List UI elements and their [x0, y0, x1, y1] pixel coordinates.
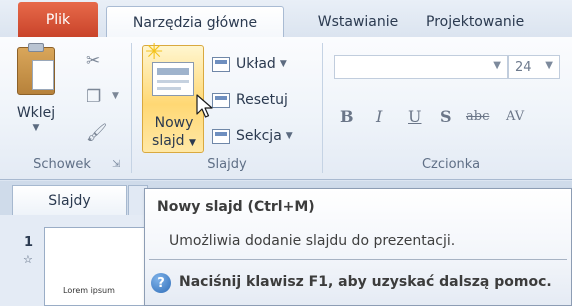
new-slide-label-line2: slajd ▼ — [143, 132, 205, 152]
sparkle-icon: ✳ — [145, 40, 164, 65]
tab-home[interactable]: Narzędzia główne — [106, 6, 284, 39]
underline-button[interactable]: U — [408, 103, 421, 129]
new-slide-icon — [152, 62, 194, 96]
layout-label: Układ — [236, 56, 276, 72]
animation-star-icon: ☆ — [23, 253, 33, 266]
tooltip-divider — [149, 259, 567, 260]
tooltip-title: Nowy slajd (Ctrl+M) — [157, 199, 315, 215]
italic-button[interactable]: I — [376, 103, 382, 129]
cut-icon[interactable]: ✂ — [86, 51, 100, 71]
chevron-down-icon: ▼ — [493, 60, 501, 71]
chevron-down-icon: ▼ — [32, 123, 40, 133]
font-size-value: 24 — [515, 60, 532, 75]
bold-button[interactable]: B — [340, 103, 354, 129]
help-icon: ? — [151, 273, 171, 293]
tab-insert[interactable]: Wstawianie — [300, 6, 416, 38]
ribbon-tab-bar: Plik Narzędzia główne Wstawianie Projekt… — [0, 0, 572, 39]
layout-icon — [212, 56, 230, 72]
paste-button[interactable]: Wklej ▼ — [6, 41, 66, 149]
font-size-combo[interactable]: 24 ▼ — [508, 55, 560, 79]
section-button[interactable]: Sekcja ▼ — [212, 123, 312, 149]
tab-slides[interactable]: Slajdy — [12, 185, 127, 215]
paste-label: Wklej — [16, 105, 56, 121]
paste-icon — [17, 43, 55, 95]
copy-icon[interactable]: ❐ — [86, 87, 101, 107]
group-label-slides: Slajdy — [207, 156, 247, 172]
format-painter-icon[interactable]: 🖌 — [86, 123, 108, 143]
font-name-combo[interactable]: ▼ — [334, 55, 508, 79]
char-spacing-button[interactable]: AV — [506, 103, 524, 129]
section-icon — [212, 128, 230, 144]
tooltip-help-text: Naciśnij klawisz F1, aby uzyskać dalszą … — [179, 274, 552, 290]
tooltip-description: Umożliwia dodanie slajdu do prezentacji. — [169, 233, 456, 249]
new-slide-button[interactable]: ✳ Nowy slajd ▼ — [142, 40, 205, 153]
slide-thumbnail[interactable]: Lorem ipsum — [44, 227, 148, 306]
slide-number: 1 — [24, 235, 34, 250]
chevron-down-icon: ▼ — [285, 131, 293, 141]
group-label-font: Czcionka — [421, 156, 481, 172]
chevron-down-icon: ▼ — [545, 60, 553, 71]
reset-icon — [212, 92, 230, 108]
reset-label: Resetuj — [236, 92, 288, 108]
tooltip: Nowy slajd (Ctrl+M) Umożliwia dodanie sl… — [144, 188, 572, 306]
mouse-pointer-icon — [196, 94, 213, 118]
tab-file[interactable]: Plik — [18, 2, 98, 37]
reset-button[interactable]: Resetuj — [212, 87, 312, 113]
group-label-clipboard: Schowek — [33, 156, 91, 172]
tab-design[interactable]: Projektowanie — [426, 6, 572, 38]
chevron-down-icon: ▼ — [279, 59, 287, 69]
ribbon: Wklej ▼ ✂ ❐ ▼ 🖌 Schowek ⇲ ✳ Nowy slajd ▼… — [0, 37, 572, 180]
clipboard-launcher-icon[interactable]: ⇲ — [112, 159, 120, 170]
copy-dropdown-icon[interactable]: ▼ — [112, 91, 119, 101]
shadow-button[interactable]: S — [440, 103, 452, 129]
strikethrough-button[interactable]: abc — [466, 103, 489, 129]
new-slide-label-text: slajd — [152, 133, 185, 149]
slides-pane: 1 ☆ Lorem ipsum — [0, 215, 148, 306]
layout-button[interactable]: Układ ▼ — [212, 51, 312, 77]
section-label: Sekcja — [236, 128, 282, 144]
chevron-down-icon: ▼ — [189, 138, 196, 148]
thumbnail-text: Lorem ipsum — [63, 286, 115, 295]
